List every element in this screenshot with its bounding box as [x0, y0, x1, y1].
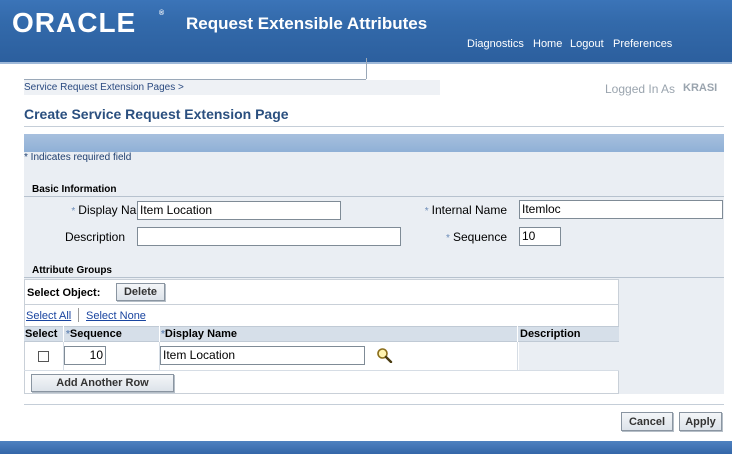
select-bar-divider — [24, 304, 619, 305]
col-separator — [159, 326, 160, 342]
col-separator — [63, 326, 64, 342]
select-links-divider — [78, 308, 79, 322]
basic-info-heading: Basic Information — [32, 184, 117, 195]
sequence-input[interactable]: 10 — [519, 227, 561, 246]
internal-name-label: * Internal Name — [400, 203, 507, 217]
required-star-icon: * — [446, 233, 450, 244]
sequence-label-text: Sequence — [452, 230, 507, 244]
col-header-sequence: *Sequence — [66, 328, 122, 340]
app-title: Request Extensible Attributes — [186, 14, 428, 33]
select-all-link[interactable]: Select All — [26, 310, 71, 322]
internal-name-input[interactable]: Itemloc — [519, 200, 723, 219]
col-separator — [517, 326, 518, 342]
page-title: Create Service Request Extension Page — [24, 106, 289, 122]
cell-separator — [517, 342, 518, 370]
sequence-label: * Sequence — [420, 230, 507, 244]
col-header-display-name-text: Display Name — [164, 328, 238, 340]
row-display-name-input[interactable]: Item Location — [160, 346, 365, 365]
preferences-link[interactable]: Preferences — [613, 38, 672, 50]
title-divider — [24, 126, 724, 127]
select-object-label: Select Object: — [27, 287, 101, 299]
attribute-groups-divider — [24, 277, 724, 278]
required-star-icon: * — [424, 206, 429, 217]
registered-mark: ® — [159, 10, 165, 17]
required-star-icon: * — [71, 206, 76, 217]
subheader-divider-vertical — [366, 58, 367, 79]
footer-bar — [0, 441, 732, 454]
row-divider — [24, 370, 619, 371]
col-header-sequence-text: Sequence — [69, 328, 122, 340]
breadcrumb[interactable]: Service Request Extension Pages > — [24, 82, 184, 93]
oracle-logo: ORACLE — [12, 7, 137, 38]
home-link[interactable]: Home — [533, 38, 562, 50]
description-input[interactable] — [137, 227, 401, 246]
row-description-cell — [519, 342, 619, 370]
add-another-row-button[interactable]: Add Another Row — [31, 374, 174, 392]
description-label: Description — [64, 230, 125, 244]
internal-name-label-text: Internal Name — [431, 203, 507, 217]
col-header-description: Description — [520, 328, 581, 340]
display-name-label: * Display Name — [30, 203, 153, 217]
content-header-strip — [24, 134, 724, 152]
attribute-groups-heading: Attribute Groups — [32, 265, 112, 276]
required-field-note: * Indicates required field — [24, 152, 132, 163]
col-header-select: Select — [25, 328, 58, 340]
logged-in-label: Logged In As — [605, 82, 676, 96]
cancel-button[interactable]: Cancel — [621, 412, 673, 431]
logout-link[interactable]: Logout — [570, 38, 604, 50]
delete-button[interactable]: Delete — [116, 283, 165, 301]
row-select-checkbox[interactable] — [38, 351, 49, 362]
diagnostics-link[interactable]: Diagnostics — [467, 38, 524, 50]
display-name-input[interactable]: Item Location — [137, 201, 341, 220]
search-icon[interactable] — [376, 347, 393, 363]
apply-button[interactable]: Apply — [679, 412, 722, 431]
bottom-divider — [24, 404, 724, 405]
basic-info-divider — [24, 196, 724, 197]
col-header-display-name: *Display Name — [161, 328, 237, 340]
row-sequence-input[interactable]: 10 — [64, 346, 106, 365]
logged-in-user: KRASI — [683, 82, 718, 94]
select-none-link[interactable]: Select None — [86, 310, 146, 322]
